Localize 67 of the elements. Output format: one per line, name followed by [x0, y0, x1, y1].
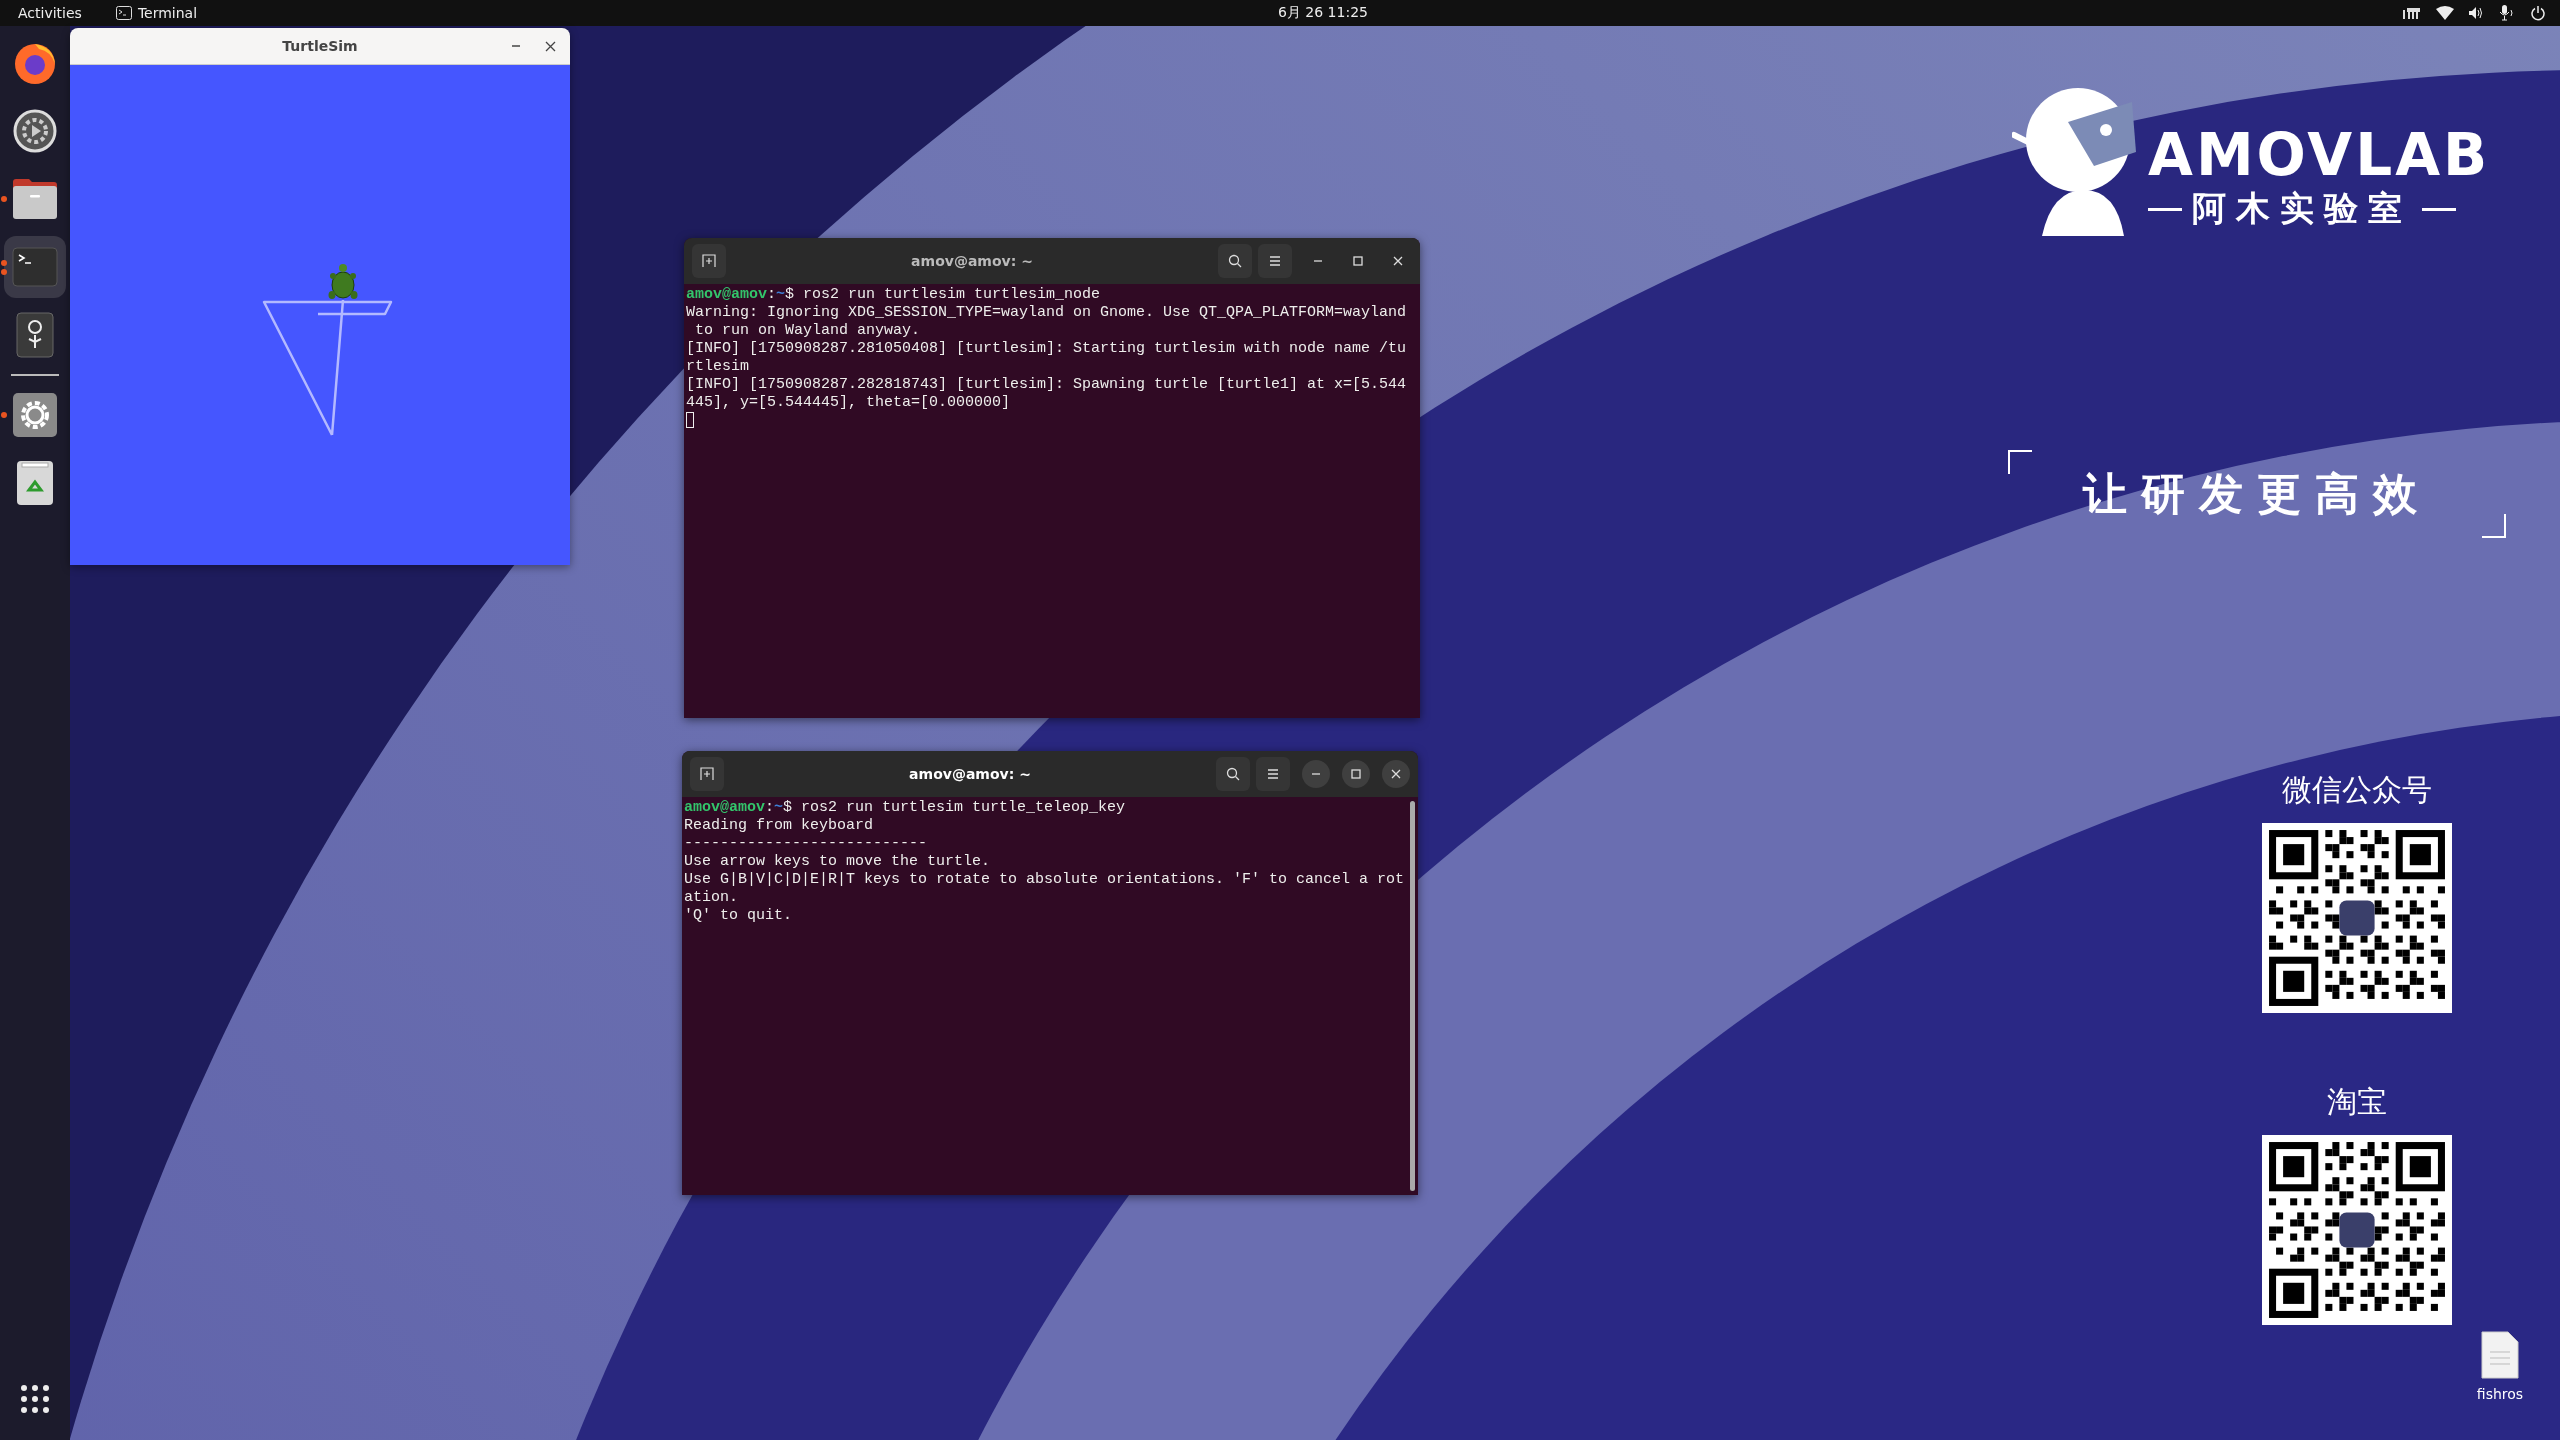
brand-subtitle: 阿木实验室 [2192, 187, 2412, 230]
minimize-icon [511, 45, 521, 47]
qr-label: 淘宝 [2327, 1083, 2387, 1121]
menu-button[interactable] [1256, 757, 1290, 791]
close-icon [1393, 256, 1403, 266]
app-menu[interactable]: Terminal [105, 1, 208, 25]
prompt-line: amov@amov:~$ ros2 run turtlesim turtlesim_node [686, 286, 1102, 304]
search-button[interactable] [1218, 244, 1252, 278]
network-icon [2402, 5, 2422, 21]
new-tab-icon [700, 767, 714, 781]
microphone-icon [2498, 5, 2516, 21]
minimize-icon [1311, 773, 1321, 775]
volume-icon [2468, 6, 2484, 20]
corner-bracket [2482, 514, 2506, 538]
window-title: amov@amov: ~ [908, 766, 1032, 782]
power-icon [2530, 5, 2546, 21]
output-line: 445], y=[5.544445], theta=[0.000000] [686, 394, 1012, 412]
brand-name: AMOVLAB [2148, 124, 2491, 186]
output-line: ation. [684, 889, 739, 907]
close-icon [1391, 769, 1401, 779]
slogan: 让研发更高效 [2083, 466, 2431, 521]
maximize-icon [1351, 769, 1361, 779]
fox-globe-icon [13, 41, 57, 85]
close-button[interactable] [1382, 760, 1410, 788]
output-line: rtlesim [686, 358, 750, 376]
trash-icon [16, 460, 54, 506]
search-icon [1228, 254, 1242, 268]
search-icon [1226, 767, 1240, 781]
output-line: [INFO] [1750908287.281050408] [turtlesim]: Starting turtlesim with node name /tu [686, 340, 1408, 358]
search-button[interactable] [1216, 757, 1250, 791]
new-tab-icon [702, 254, 716, 268]
corner-bracket [2008, 450, 2032, 474]
new-tab-button[interactable] [692, 244, 726, 278]
turtle-icon [328, 264, 358, 299]
output-line: to run on Wayland anyway. [694, 322, 922, 340]
close-icon [544, 40, 556, 52]
window-title: TurtleSim [281, 38, 359, 54]
maximize-icon [1353, 256, 1363, 266]
settings-icon [12, 392, 58, 438]
output-line: Use G|B|V|C|D|E|R|T keys to rotate to absolute orientations. 'F' to cancel a rot [684, 871, 1406, 889]
maximize-button[interactable] [1342, 760, 1370, 788]
output-line: --------------------------- [684, 835, 929, 853]
menu-icon [1266, 768, 1280, 780]
menu-icon [1268, 255, 1282, 267]
wifi-icon [2436, 6, 2454, 20]
minimize-button[interactable] [1302, 760, 1330, 788]
terminal-icon [115, 6, 132, 20]
output-line: [INFO] [1750908287.282818743] [turtlesim]: Spawning turtle [turtle1] at x=[5.544 [686, 376, 1408, 394]
window-title: amov@amov: ~ [910, 253, 1034, 269]
output-line: 'Q' to quit. [684, 907, 794, 925]
activities-button[interactable]: Activities [8, 1, 92, 25]
clock[interactable]: 6月 26 11:25 [1268, 1, 1378, 25]
document-icon [2480, 1330, 2520, 1380]
prompt-line: amov@amov:~$ ros2 run turtlesim turtle_teleop_key [684, 799, 1127, 817]
output-line: Reading from keyboard [684, 817, 875, 835]
grid-icon [20, 1384, 50, 1414]
qr-label: 微信公众号 [2282, 771, 2432, 809]
pin-icon [16, 312, 54, 358]
output-line: Warning: Ignoring XDG_SESSION_TYPE=wayland on Gnome. Use QT_QPA_PLATFORM=wayland [686, 304, 1408, 322]
terminal-icon [12, 247, 58, 287]
folder-icon [12, 178, 58, 220]
menu-button[interactable] [1258, 244, 1292, 278]
scrollbar[interactable] [1410, 801, 1415, 1191]
minimize-icon [1313, 260, 1323, 262]
output-line: Use arrow keys to move the turtle. [684, 853, 992, 871]
new-tab-button[interactable] [690, 757, 724, 791]
gear-circle-icon [13, 109, 57, 153]
